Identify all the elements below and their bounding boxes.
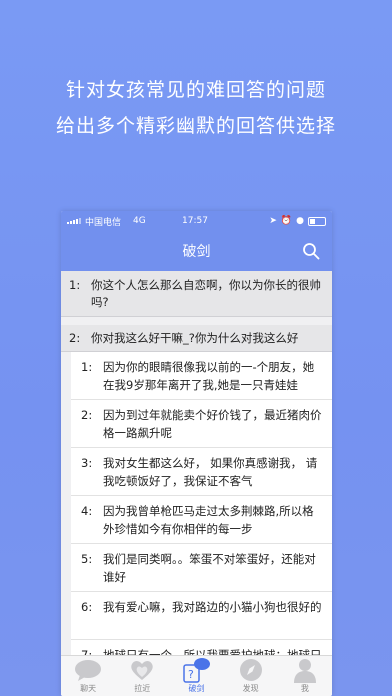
- promo-line-1: 针对女孩常见的难回答的问题: [65, 79, 326, 101]
- answer-text: 我们是同类啊。。笨蛋不对笨蛋好，还能对谁好: [103, 552, 316, 584]
- search-icon[interactable]: [302, 242, 320, 260]
- answer-row[interactable]: 4: 因为我曾单枪匹马走过太多荆棘路,所以格外珍惜如今有你相伴的每一步: [71, 496, 332, 544]
- answer-text: 因为你的眼睛很像我以前的一-个朋友，她在我9岁那年离开了我,她是一只青娃娃: [103, 360, 315, 392]
- promo-line-2: 给出多个精彩幽默的回答供选择: [55, 115, 336, 137]
- chat-bubble-icon: [75, 659, 102, 681]
- phone-screen: 中国电信 4G 17:57 ➤ ⏰ ● 破剑 1: 你这个人怎么那么自恋啊，你以…: [61, 211, 332, 696]
- tab-closer[interactable]: 拉近: [115, 656, 169, 696]
- answer-number: 4:: [81, 504, 93, 518]
- answer-number: 1:: [81, 360, 93, 374]
- tab-me[interactable]: 我: [278, 656, 332, 696]
- question-number: 2:: [69, 331, 81, 345]
- question-text: 你对我这么好干嘛_?你为什么对我这么好: [91, 331, 299, 345]
- clock: 17:57: [182, 216, 208, 226]
- signal-icon: [67, 218, 81, 224]
- answer-text: 因为我曾单枪匹马走过太多荆棘路,所以格外珍惜如今有你相伴的每一步: [103, 504, 314, 536]
- tab-sword[interactable]: ? 破剑: [169, 656, 223, 696]
- svg-text:?: ?: [188, 668, 194, 681]
- heart-icon: [131, 660, 153, 680]
- tab-chat[interactable]: 聊天: [61, 656, 115, 696]
- qa-list[interactable]: 1: 你这个人怎么那么自恋啊，你以为你长的很帅吗? 2: 你对我这么好干嘛_?你…: [61, 271, 332, 688]
- answer-number: 5:: [81, 552, 93, 566]
- answer-row[interactable]: 3: 我对女生都这么好， 如果你真感谢我， 请我吃顿饭好了，我保证不客气: [71, 448, 332, 496]
- tab-bar: 聊天 拉近 ? 破剑 发现 我: [61, 655, 332, 696]
- tab-label: 聊天: [80, 684, 97, 693]
- status-bar: 中国电信 4G 17:57 ➤ ⏰ ●: [61, 211, 332, 231]
- answer-row[interactable]: 5: 我们是同类啊。。笨蛋不对笨蛋好，还能对谁好: [71, 544, 332, 592]
- alarm-icon: ⏰: [280, 216, 293, 226]
- answer-text: 因为到过年就能卖个好价钱了，最近猪肉价格一路飙升呢: [103, 408, 322, 440]
- answer-text: 我对女生都这么好， 如果你真感谢我， 请我吃顿饭好了，我保证不客气: [103, 456, 318, 488]
- question-text: 你这个人怎么那么自恋啊，你以为你长的很帅吗?: [91, 278, 321, 309]
- tab-discover[interactable]: 发现: [224, 656, 278, 696]
- tab-label: 我: [300, 684, 309, 693]
- nav-bar: 破剑: [61, 231, 332, 271]
- question-number: 1:: [69, 278, 81, 292]
- answer-row[interactable]: 2: 因为到过年就能卖个好价钱了，最近猪肉价格一路飙升呢: [71, 400, 332, 448]
- lock-rotation-icon: ●: [296, 216, 304, 226]
- compass-icon: [239, 658, 262, 681]
- carrier-label: 中国电信: [85, 217, 122, 228]
- question-row[interactable]: 2: 你对我这么好干嘛_?你为什么对我这么好: [61, 317, 332, 352]
- tab-label: 发现: [242, 684, 259, 693]
- answer-number: 6:: [81, 600, 93, 614]
- question-row[interactable]: 1: 你这个人怎么那么自恋啊，你以为你长的很帅吗?: [61, 271, 332, 317]
- answer-number: 3:: [81, 456, 93, 470]
- tab-label: 拉近: [134, 684, 151, 693]
- answer-row[interactable]: 1: 因为你的眼睛很像我以前的一-个朋友，她在我9岁那年离开了我,她是一只青娃娃: [71, 352, 332, 400]
- tab-label: 破剑: [188, 684, 205, 693]
- battery-icon: [308, 216, 326, 226]
- answer-number: 2:: [81, 408, 93, 422]
- promo-text: 针对女孩常见的难回答的问题 给出多个精彩幽默的回答供选择: [0, 72, 392, 144]
- network-label: 4G: [133, 216, 146, 226]
- sword-chat-icon: ?: [183, 657, 211, 683]
- person-icon: [293, 658, 316, 683]
- location-icon: ➤: [269, 216, 277, 226]
- answer-row[interactable]: 6: 我有爱心嘛，我对路边的小猫小狗也很好的: [71, 592, 332, 640]
- page-title: 破剑: [182, 244, 211, 260]
- answer-text: 我有爱心嘛，我对路边的小猫小狗也很好的: [103, 600, 322, 614]
